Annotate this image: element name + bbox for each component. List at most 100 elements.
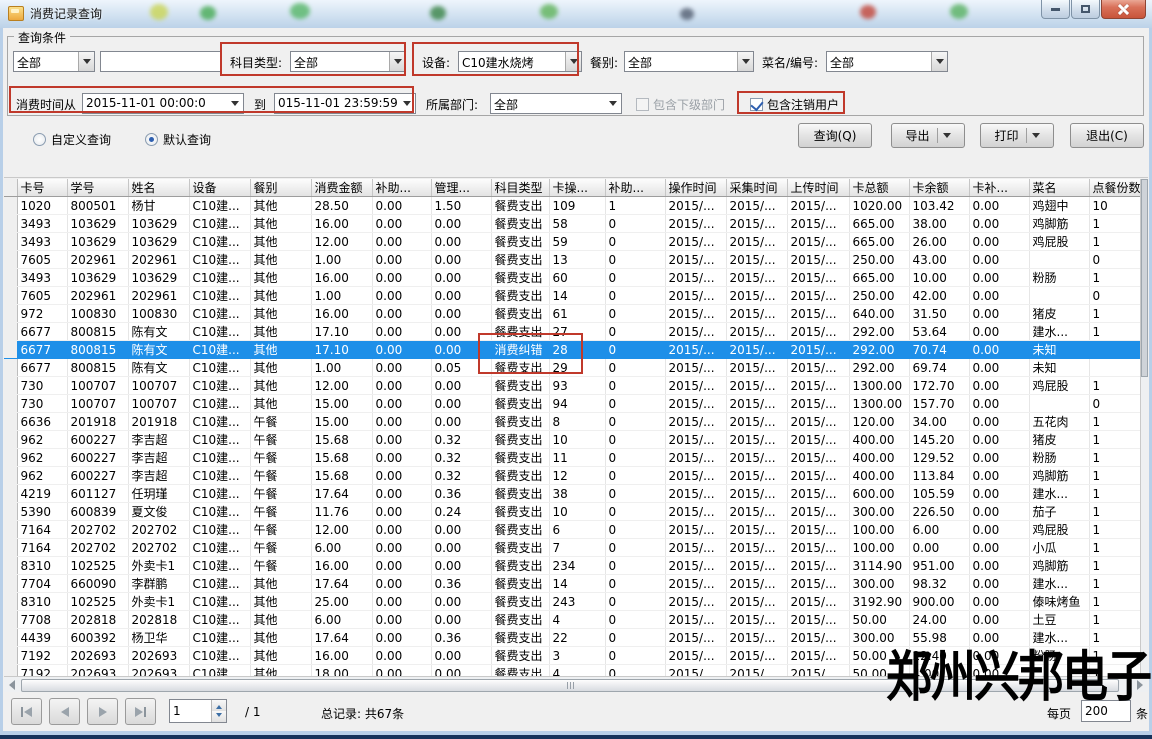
- cell: 0.32: [431, 431, 491, 449]
- table-row[interactable]: 962600227李吉超C10建...午餐15.680.000.32餐费支出10…: [4, 431, 1144, 449]
- custom-query-radio[interactable]: 自定义查询: [33, 131, 111, 148]
- table-row[interactable]: 6677800815陈有文C10建...其他17.100.000.00消费纠错2…: [4, 341, 1144, 359]
- first-page-button[interactable]: [11, 698, 42, 725]
- table-row[interactable]: 7164202702202702C10建...午餐12.000.000.00餐费…: [4, 521, 1144, 539]
- query-button[interactable]: 查询(Q): [798, 123, 872, 148]
- card-type-combobox[interactable]: 全部: [13, 51, 95, 72]
- column-header[interactable]: 补助...: [605, 179, 665, 197]
- department-combobox[interactable]: 全部: [490, 93, 622, 114]
- previous-page-button[interactable]: [49, 698, 80, 725]
- column-header[interactable]: 上传时间: [787, 179, 849, 197]
- table-row[interactable]: 6677800815陈有文C10建...其他17.100.000.00餐费支出2…: [4, 323, 1144, 341]
- cell: 0.00: [969, 233, 1029, 251]
- chevron-down-icon[interactable]: [737, 52, 753, 71]
- column-header[interactable]: 学号: [67, 179, 128, 197]
- maximize-button[interactable]: [1071, 0, 1100, 19]
- last-page-button[interactable]: [125, 698, 156, 725]
- search-textbox[interactable]: [100, 51, 222, 72]
- column-header[interactable]: 卡号: [17, 179, 67, 197]
- chevron-down-icon[interactable]: [399, 94, 415, 113]
- app-window: 消费记录查询 查询条件 全部 科目类型: 全部 设备: C10建水烧: [0, 0, 1152, 739]
- table-row[interactable]: 962600227李吉超C10建...午餐15.680.000.32餐费支出11…: [4, 449, 1144, 467]
- table-row[interactable]: 1020800501杨甘C10建...其他28.500.001.50餐费支出10…: [4, 197, 1144, 215]
- spinner-up-button[interactable]: [212, 700, 226, 711]
- column-header[interactable]: 补助...: [372, 179, 431, 197]
- cell: 1: [1089, 377, 1144, 395]
- cell: 0: [605, 665, 665, 677]
- column-header[interactable]: 操作时间: [665, 179, 726, 197]
- cell: 43.00: [909, 251, 969, 269]
- column-header[interactable]: 科目类型: [491, 179, 549, 197]
- table-row[interactable]: 730100707100707C10建...其他15.000.000.00餐费支…: [4, 395, 1144, 413]
- cell: 午餐: [250, 467, 311, 485]
- export-button[interactable]: 导出: [891, 123, 965, 148]
- column-header[interactable]: 餐别: [250, 179, 311, 197]
- meal-combobox[interactable]: 全部: [624, 51, 754, 72]
- titlebar[interactable]: 消费记录查询: [0, 0, 1152, 28]
- table-row[interactable]: 7704660090李群鹏C10建...其他17.640.000.36餐费支出1…: [4, 575, 1144, 593]
- column-header[interactable]: 设备: [189, 179, 250, 197]
- column-header[interactable]: 管理...: [431, 179, 491, 197]
- table-row[interactable]: 3493103629103629C10建...其他16.000.000.00餐费…: [4, 215, 1144, 233]
- close-button[interactable]: [1101, 0, 1146, 19]
- cell: 其他: [250, 359, 311, 377]
- chevron-down-icon[interactable]: [931, 52, 947, 71]
- table-row[interactable]: 8310102525外卖卡1C10建...午餐16.000.000.00餐费支出…: [4, 557, 1144, 575]
- include-cancelled-users-checkbox[interactable]: 包含注销用户: [750, 95, 839, 113]
- scroll-left-button[interactable]: [4, 677, 20, 692]
- cell: 8310: [17, 593, 67, 611]
- table-row[interactable]: 6677800815陈有文C10建...其他1.000.000.05餐费支出29…: [4, 359, 1144, 377]
- table-row[interactable]: 7164202702202702C10建...午餐6.000.000.00餐费支…: [4, 539, 1144, 557]
- spinner-down-button[interactable]: [212, 711, 226, 722]
- page-number-spinner[interactable]: 1: [169, 699, 227, 723]
- column-header[interactable]: 卡总额: [849, 179, 909, 197]
- chevron-down-icon[interactable]: [943, 133, 951, 142]
- exit-button[interactable]: 退出(C): [1070, 123, 1144, 148]
- cell: 午餐: [250, 485, 311, 503]
- table-row[interactable]: 7708202818202818C10建...其他6.000.000.00餐费支…: [4, 611, 1144, 629]
- minimize-button[interactable]: [1041, 0, 1070, 19]
- dish-combobox[interactable]: 全部: [826, 51, 948, 72]
- cell: 其他: [250, 305, 311, 323]
- table-row[interactable]: 962600227李吉超C10建...午餐15.680.000.32餐费支出12…: [4, 467, 1144, 485]
- chevron-down-icon[interactable]: [1032, 133, 1040, 142]
- cell: 餐费支出: [491, 413, 549, 431]
- subject-type-combobox[interactable]: 全部: [290, 51, 406, 72]
- print-button[interactable]: 打印: [980, 123, 1054, 148]
- vertical-scrollbar-thumb[interactable]: [1141, 179, 1148, 377]
- table-row[interactable]: 3493103629103629C10建...其他12.000.000.00餐费…: [4, 233, 1144, 251]
- table-row[interactable]: 730100707100707C10建...其他12.000.000.00餐费支…: [4, 377, 1144, 395]
- column-header[interactable]: 消费金额: [311, 179, 372, 197]
- table-row[interactable]: 7605202961202961C10建...其他1.000.000.00餐费支…: [4, 251, 1144, 269]
- table-row[interactable]: 5390600839夏文俊C10建...午餐11.760.000.24餐费支出1…: [4, 503, 1144, 521]
- column-header[interactable]: 菜名: [1029, 179, 1089, 197]
- table-row[interactable]: 3493103629103629C10建...其他16.000.000.00餐费…: [4, 269, 1144, 287]
- records-summary: 总记录: 共67条: [321, 705, 404, 722]
- table-row[interactable]: 8310102525外卖卡1C10建...其他25.000.000.00餐费支出…: [4, 593, 1144, 611]
- default-query-radio[interactable]: 默认查询: [145, 131, 211, 148]
- chevron-down-icon[interactable]: [227, 94, 243, 113]
- table-row[interactable]: 7605202961202961C10建...其他1.000.000.00餐费支…: [4, 287, 1144, 305]
- column-header[interactable]: 姓名: [128, 179, 189, 197]
- time-to-picker[interactable]: 015-11-01 23:59:59: [274, 93, 416, 114]
- table-row[interactable]: 4219601127任玥瑾C10建...午餐17.640.000.36餐费支出3…: [4, 485, 1144, 503]
- chevron-down-icon[interactable]: [605, 94, 621, 113]
- column-header[interactable]: 点餐份数: [1089, 179, 1144, 197]
- device-combobox[interactable]: C10建水烧烤: [458, 51, 582, 72]
- cell: 1.50: [431, 197, 491, 215]
- cell: 202693: [67, 647, 128, 665]
- chevron-down-icon[interactable]: [78, 52, 94, 71]
- table-row[interactable]: 972100830100830C10建...其他16.000.000.00餐费支…: [4, 305, 1144, 323]
- cell: 100707: [128, 395, 189, 413]
- column-header[interactable]: 采集时间: [726, 179, 787, 197]
- table-row[interactable]: 6636201918201918C10建...午餐15.000.000.00餐费…: [4, 413, 1144, 431]
- cell: 1: [1089, 449, 1144, 467]
- next-page-button[interactable]: [87, 698, 118, 725]
- column-header[interactable]: 卡补...: [969, 179, 1029, 197]
- time-from-picker[interactable]: 2015-11-01 00:00:0: [82, 93, 244, 114]
- column-header[interactable]: 卡操...: [549, 179, 605, 197]
- chevron-down-icon[interactable]: [565, 52, 581, 71]
- column-header[interactable]: 卡余额: [909, 179, 969, 197]
- chevron-down-icon[interactable]: [389, 52, 405, 71]
- vertical-scrollbar[interactable]: [1140, 179, 1148, 676]
